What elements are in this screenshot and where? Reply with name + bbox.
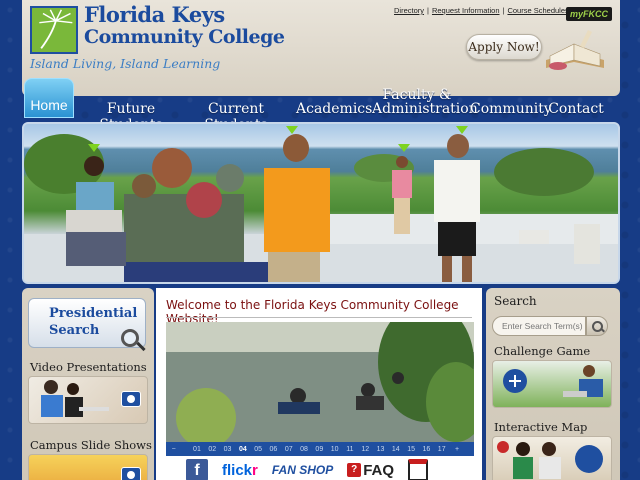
- search-heading: Search: [494, 294, 537, 308]
- pager-page[interactable]: 09: [312, 446, 327, 453]
- nav-community[interactable]: Community: [470, 101, 552, 117]
- site-logo-title[interactable]: Florida Keys Community College: [84, 2, 285, 49]
- pager-page[interactable]: 01: [189, 446, 204, 453]
- video-presentations-thumbnail[interactable]: [28, 376, 148, 424]
- pager-page[interactable]: 06: [266, 446, 281, 453]
- nav-faculty-line-1: Faculty &: [382, 87, 452, 103]
- challenge-game-heading: Challenge Game: [494, 344, 591, 358]
- pager-page[interactable]: 02: [205, 446, 220, 453]
- nav-faculty-line-2: Administration: [372, 101, 478, 117]
- heading-divider: [166, 317, 472, 318]
- pager-page[interactable]: 07: [281, 446, 296, 453]
- featured-photo[interactable]: [166, 322, 474, 442]
- utility-links: Directory | Request Information | Course Sch…: [394, 6, 577, 15]
- flickr-text-a: flick: [222, 461, 253, 479]
- nav-contact[interactable]: Contact: [548, 101, 604, 117]
- flickr-text-b: r: [252, 461, 258, 479]
- photo-pager: − 01 02 03 04 05 06 07 08 09 10 11 12 13…: [166, 442, 474, 456]
- video-camera-icon: [121, 391, 141, 407]
- pager-page[interactable]: 12: [358, 446, 373, 453]
- campus-slide-shows-thumbnail[interactable]: [28, 454, 148, 480]
- nav-home[interactable]: Home: [24, 78, 74, 118]
- apply-now-button[interactable]: Apply Now!: [466, 34, 542, 60]
- pager-page[interactable]: 11: [342, 446, 357, 453]
- directory-link[interactable]: Directory: [394, 6, 424, 15]
- pager-page[interactable]: 16: [419, 446, 434, 453]
- nav-faculty-administration[interactable]: Faculty & Administration: [372, 87, 478, 117]
- request-info-link[interactable]: Request Information: [432, 6, 500, 15]
- challenge-game-thumbnail[interactable]: [492, 360, 612, 408]
- hero-banner: [22, 122, 620, 284]
- faq-link[interactable]: ? FAQ: [347, 462, 394, 479]
- calendar-icon[interactable]: [408, 459, 429, 480]
- course-schedules-link[interactable]: Course Schedules: [507, 6, 568, 15]
- left-sidebar: Presidential Search Video Presentations …: [22, 288, 154, 480]
- right-sidebar: Search Enter Search Term(s) Challenge Ga…: [486, 288, 620, 480]
- myfkcc-link[interactable]: myFKCC: [566, 7, 612, 21]
- nav-academics[interactable]: Academics: [296, 101, 372, 117]
- video-presentations-heading: Video Presentations: [30, 360, 147, 374]
- pager-page[interactable]: 10: [327, 446, 342, 453]
- facebook-icon[interactable]: f: [186, 459, 208, 480]
- interactive-map-heading: Interactive Map: [494, 420, 588, 434]
- pres-search-line-1: Presidential: [49, 306, 138, 321]
- pager-page-current[interactable]: 04: [235, 446, 250, 453]
- social-links: f flickr FAN SHOP ? FAQ: [186, 459, 429, 480]
- pager-page[interactable]: 08: [296, 446, 311, 453]
- link-separator: |: [427, 6, 429, 15]
- pager-next-button[interactable]: +: [449, 446, 464, 453]
- logo-line-2: Community College: [84, 26, 285, 48]
- pager-prev-button[interactable]: −: [166, 446, 181, 453]
- pager-page[interactable]: 13: [373, 446, 388, 453]
- open-book-icon: [546, 30, 604, 70]
- link-separator: |: [502, 6, 505, 15]
- pager-page[interactable]: 17: [434, 446, 449, 453]
- map-photo: [497, 441, 603, 479]
- logo-line-1: Florida Keys: [84, 2, 225, 27]
- presidential-search-button[interactable]: Presidential Search: [28, 298, 146, 348]
- site-header: Florida Keys Community College Island Li…: [22, 0, 620, 96]
- pager-page[interactable]: 15: [403, 446, 418, 453]
- magnifier-icon: [121, 329, 139, 347]
- question-icon: ?: [347, 463, 362, 477]
- fkcc-logo-icon[interactable]: [30, 6, 78, 54]
- search-icon[interactable]: [586, 316, 608, 336]
- pager-page[interactable]: 03: [220, 446, 235, 453]
- camera-icon: [121, 467, 141, 480]
- interactive-map-thumbnail[interactable]: [492, 436, 612, 480]
- divers-photo: [166, 322, 474, 442]
- main-nav: Home Future Students Current Students Ac…: [22, 78, 620, 133]
- pager-page[interactable]: 05: [250, 446, 265, 453]
- pager-page[interactable]: 14: [388, 446, 403, 453]
- faq-label: FAQ: [363, 461, 395, 479]
- challenge-photo: [503, 365, 603, 397]
- fan-shop-link[interactable]: FAN SHOP: [272, 463, 333, 477]
- main-content: Welcome to the Florida Keys Community Co…: [156, 288, 482, 480]
- campus-photo: [24, 126, 618, 282]
- tagline: Island Living, Island Learning: [30, 56, 221, 71]
- campus-slide-shows-heading: Campus Slide Shows: [30, 438, 152, 452]
- flickr-link[interactable]: flickr: [222, 462, 258, 479]
- search-input[interactable]: Enter Search Term(s): [492, 316, 586, 336]
